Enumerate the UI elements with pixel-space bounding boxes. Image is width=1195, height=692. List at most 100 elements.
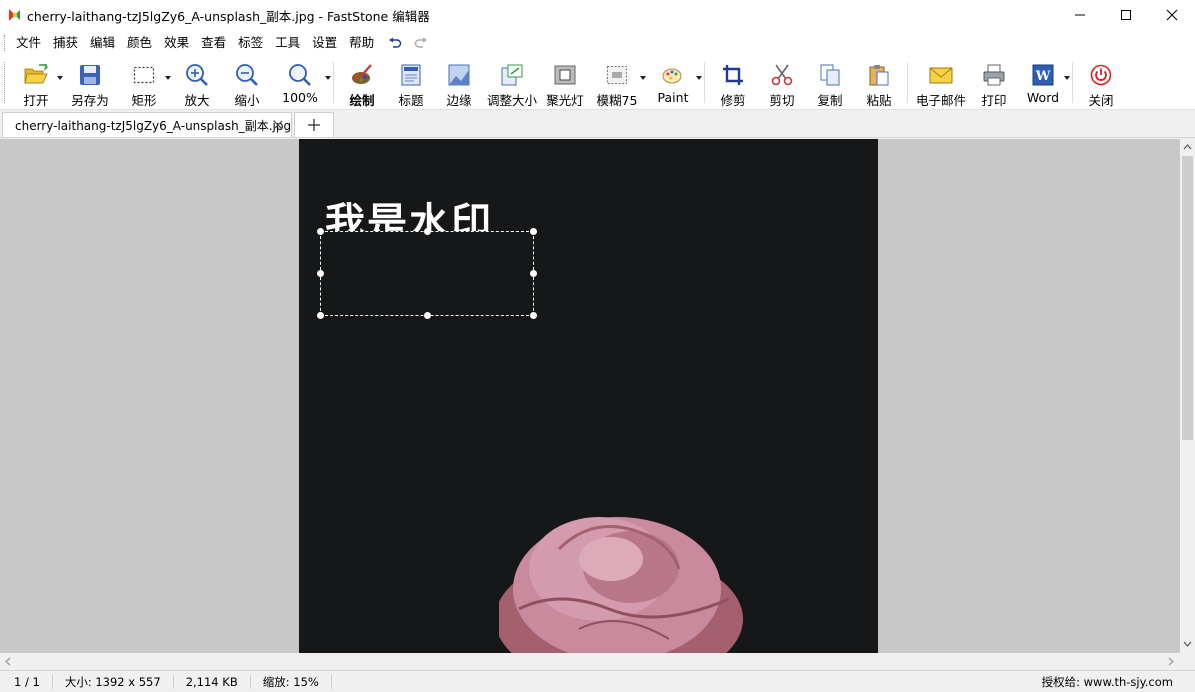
email-label: 电子邮件 (915, 93, 966, 108)
zoom-out-icon (234, 62, 260, 88)
blur-label: 模糊75 (596, 93, 638, 108)
zoom-out-button[interactable]: 缩小 (224, 56, 270, 109)
resize-handle-top-left[interactable] (317, 228, 324, 235)
close-editor-button[interactable]: 关闭 (1076, 56, 1126, 109)
scroll-up-icon[interactable] (1183, 143, 1192, 151)
cut-label: 剪切 (769, 93, 795, 108)
rectangle-select-button[interactable]: 矩形 (118, 56, 171, 109)
resize-button[interactable]: 调整大小 (483, 56, 541, 109)
resize-icon (499, 62, 525, 88)
menu-settings[interactable]: 设置 (306, 30, 343, 56)
resize-handle-left[interactable] (317, 270, 324, 277)
undo-button[interactable] (384, 32, 406, 54)
crop-button[interactable]: 修剪 (708, 56, 758, 109)
print-button[interactable]: 打印 (971, 56, 1017, 109)
status-license: 授权给: www.th-sjy.com (1041, 674, 1173, 689)
rose-photo (499, 517, 743, 653)
tab-close-button[interactable] (271, 118, 285, 132)
status-zoom[interactable]: 缩放: 15% (251, 674, 332, 689)
crop-label: 修剪 (720, 93, 746, 108)
app-icon[interactable] (6, 7, 22, 23)
paint-icon (660, 62, 686, 88)
zoom-out-label: 缩小 (234, 93, 260, 108)
word-dropdown-caret[interactable] (1064, 76, 1070, 80)
caption-icon (398, 62, 424, 88)
scroll-right-icon[interactable] (1167, 657, 1175, 666)
menu-view[interactable]: 查看 (195, 30, 232, 56)
word-label: Word (1026, 90, 1060, 105)
new-tab-button[interactable] (294, 112, 334, 137)
edge-label: 边缘 (446, 93, 472, 108)
edited-image[interactable]: 我是水印 (299, 139, 878, 653)
status-image-size: 大小: 1392 x 557 (53, 674, 174, 689)
caption-label: 标题 (398, 93, 424, 108)
redo-button[interactable] (410, 32, 432, 54)
paint-dropdown-caret[interactable] (696, 76, 702, 80)
draw-palette-icon (349, 62, 375, 88)
menu-color[interactable]: 颜色 (121, 30, 158, 56)
vertical-scrollbar[interactable] (1180, 139, 1195, 653)
close-window-button[interactable] (1149, 0, 1195, 30)
tab-label: cherry-laithang-tzJ5lgZy6_A-unsplash_副本.… (15, 118, 292, 133)
paste-button[interactable]: 粘贴 (854, 56, 904, 109)
save-as-label: 另存为 (71, 93, 109, 108)
edge-icon (446, 62, 472, 88)
maximize-button[interactable] (1103, 0, 1149, 30)
minimize-icon (1075, 14, 1085, 16)
resize-handle-top[interactable] (424, 228, 431, 235)
image-canvas[interactable]: 我是水印 (0, 139, 1180, 653)
draw-button[interactable]: 绘制 (337, 56, 387, 109)
zoom-level-button[interactable]: 100% (270, 56, 331, 109)
menu-grip[interactable] (4, 35, 6, 51)
tab-bar: cherry-laithang-tzJ5lgZy6_A-unsplash_副本.… (0, 110, 1195, 138)
menu-capture[interactable]: 捕获 (47, 30, 84, 56)
selection-rectangle[interactable] (317, 228, 537, 319)
toolbar-separator (1072, 62, 1073, 103)
menu-help[interactable]: 帮助 (343, 30, 380, 56)
window-title: cherry-laithang-tzJ5lgZy6_A-unsplash_副本.… (27, 8, 430, 24)
resize-handle-bottom-left[interactable] (317, 312, 324, 319)
cut-button[interactable]: 剪切 (758, 56, 806, 109)
minimize-button[interactable] (1057, 0, 1103, 30)
horizontal-scrollbar[interactable] (0, 653, 1180, 670)
resize-handle-bottom[interactable] (424, 312, 431, 319)
copy-button[interactable]: 复制 (806, 56, 854, 109)
watermark-text[interactable]: 我是水印 (325, 201, 493, 231)
menu-effects[interactable]: 效果 (158, 30, 195, 56)
paint-button[interactable]: Paint (645, 56, 702, 109)
word-button[interactable]: W Word (1017, 56, 1070, 109)
zoom-in-button[interactable]: 放大 (170, 56, 224, 109)
resize-handle-bottom-right[interactable] (530, 312, 537, 319)
zoom-in-label: 放大 (184, 93, 210, 108)
resize-handle-top-right[interactable] (530, 228, 537, 235)
save-disk-icon (77, 62, 103, 88)
menu-tools[interactable]: 工具 (269, 30, 306, 56)
email-envelope-icon (928, 62, 954, 88)
caption-button[interactable]: 标题 (387, 56, 435, 109)
zoom-level-icon (287, 62, 313, 88)
menu-file[interactable]: 文件 (10, 30, 47, 56)
email-button[interactable]: 电子邮件 (911, 56, 971, 109)
menu-edit[interactable]: 编辑 (84, 30, 121, 56)
tab-image[interactable]: cherry-laithang-tzJ5lgZy6_A-unsplash_副本.… (2, 112, 292, 137)
paint-label: Paint (657, 90, 689, 105)
resize-handle-right[interactable] (530, 270, 537, 277)
copy-icon (817, 62, 843, 88)
vertical-scroll-thumb[interactable] (1182, 156, 1193, 440)
toolbar-grip[interactable] (4, 62, 6, 103)
save-as-button[interactable]: 另存为 (62, 56, 118, 109)
blur-button[interactable]: 模糊75 (589, 56, 646, 109)
scroll-left-icon[interactable] (4, 657, 12, 666)
menu-bar: 文件 捕获 编辑 颜色 效果 查看 标签 工具 设置 帮助 (0, 30, 1195, 56)
spotlight-label: 聚光灯 (546, 93, 584, 108)
rectangle-label: 矩形 (131, 93, 157, 108)
open-button[interactable]: 打开 (10, 56, 63, 109)
toolbar-separator (333, 62, 334, 103)
menu-tags[interactable]: 标签 (232, 30, 269, 56)
spotlight-icon (552, 62, 578, 88)
scroll-down-icon[interactable] (1183, 640, 1192, 648)
crop-icon (720, 62, 746, 88)
zoom-dropdown-caret[interactable] (325, 76, 331, 80)
edge-button[interactable]: 边缘 (435, 56, 483, 109)
spotlight-button[interactable]: 聚光灯 (541, 56, 589, 109)
